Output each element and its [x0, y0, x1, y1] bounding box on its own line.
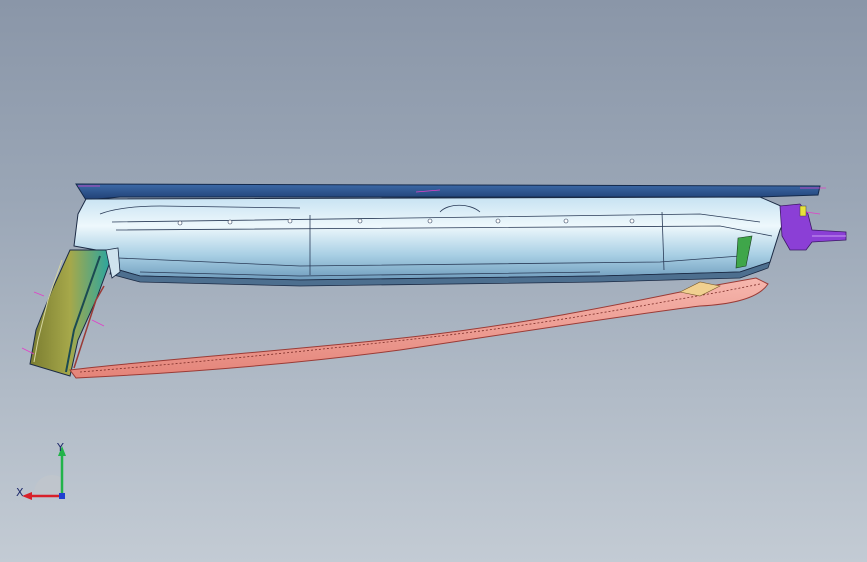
door-assembly-model[interactable]	[0, 0, 867, 562]
triad-plane	[33, 474, 62, 494]
weatherstrip-seal	[69, 277, 769, 379]
door-inner-body	[73, 196, 791, 281]
front-pillar	[29, 247, 121, 377]
cad-viewport[interactable]: Y X	[0, 0, 867, 562]
axis-triad	[14, 438, 84, 510]
y-axis-label: Y	[57, 441, 64, 454]
z-axis-marker	[59, 493, 65, 499]
x-axis-label: X	[16, 486, 24, 499]
